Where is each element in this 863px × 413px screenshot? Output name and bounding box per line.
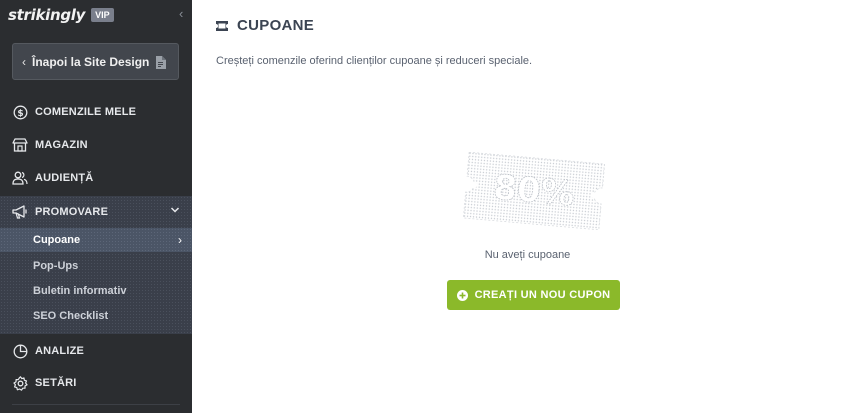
sidebar-item-label: SETĂRI <box>35 377 77 389</box>
chevron-right-icon: › <box>178 233 182 247</box>
subitem-label: Cupoane <box>33 234 81 246</box>
chevron-down-icon <box>170 207 180 213</box>
sidebar-subitem-seo-checklist[interactable]: SEO Checklist <box>0 304 192 328</box>
ticket-icon <box>216 20 228 31</box>
create-coupon-label: CREAȚI UN NOU CUPON <box>474 289 611 301</box>
sidebar-item-magazin[interactable]: MAGAZIN <box>0 129 192 161</box>
sidebar-item-audienta[interactable]: AUDIENȚĂ <box>0 162 192 194</box>
chevron-left-icon: ‹ <box>22 54 26 69</box>
svg-text:80%: 80% <box>492 168 577 215</box>
sidebar-item-label: ANALIZE <box>35 345 85 357</box>
store-icon <box>12 137 28 153</box>
sidebar-item-label: MAGAZIN <box>35 139 88 151</box>
sidebar-item-label: COMENZILE MELE <box>35 106 137 118</box>
vip-badge: VIP <box>91 8 114 22</box>
subitem-label: Pop-Ups <box>33 260 79 272</box>
sidebar-item-comenzile-mele[interactable]: $ COMENZILE MELE <box>0 96 192 128</box>
gear-icon <box>12 375 28 391</box>
sidebar-item-analize[interactable]: ANALIZE <box>0 335 192 367</box>
sidebar-item-promovare[interactable]: PROMOVARE <box>0 196 192 228</box>
pie-chart-icon <box>12 343 28 359</box>
page-title: CUPOANE <box>237 17 315 34</box>
sidebar-item-label: AUDIENȚĂ <box>35 172 94 184</box>
sidebar-divider <box>12 404 180 405</box>
empty-state-text: Nu aveți cupoane <box>484 249 571 261</box>
strikingly-logo: strikingly <box>8 6 86 24</box>
back-button-label: Înapoi la Site Design <box>32 54 150 69</box>
plus-circle-icon <box>456 289 468 301</box>
sidebar-subitem-buletin[interactable]: Buletin informativ <box>0 279 192 303</box>
sidebar-item-setari[interactable]: SETĂRI <box>0 367 192 399</box>
sidebar: strikingly VIP ‹ ‹ Înapoi la Site Design… <box>0 0 192 413</box>
coupon-illustration: 80% <box>462 152 606 230</box>
main-content: CUPOANE Creșteți comenzile oferind clien… <box>192 0 863 413</box>
sidebar-subitem-popups[interactable]: Pop-Ups <box>0 254 192 278</box>
brand[interactable]: strikingly VIP <box>8 5 114 25</box>
people-icon <box>12 170 28 186</box>
back-to-site-design-button[interactable]: ‹ Înapoi la Site Design <box>12 43 179 80</box>
subitem-label: SEO Checklist <box>33 310 109 322</box>
sidebar-subitem-cupoane[interactable]: Cupoane › <box>0 228 192 252</box>
create-coupon-button[interactable]: CREAȚI UN NOU CUPON <box>447 280 620 310</box>
dollar-circle-icon: $ <box>12 104 28 120</box>
page-subtitle: Creșteți comenzile oferind clienților cu… <box>216 55 533 67</box>
megaphone-icon <box>12 204 28 220</box>
svg-text:$: $ <box>17 109 23 119</box>
subitem-label: Buletin informativ <box>33 285 127 297</box>
sidebar-item-label: PROMOVARE <box>35 206 109 218</box>
document-icon <box>156 56 166 69</box>
promovare-group: PROMOVARE Cupoane › Pop-Ups Buletin info… <box>0 196 192 334</box>
collapse-sidebar-icon[interactable]: ‹ <box>179 7 187 20</box>
page-header: CUPOANE <box>216 17 314 34</box>
